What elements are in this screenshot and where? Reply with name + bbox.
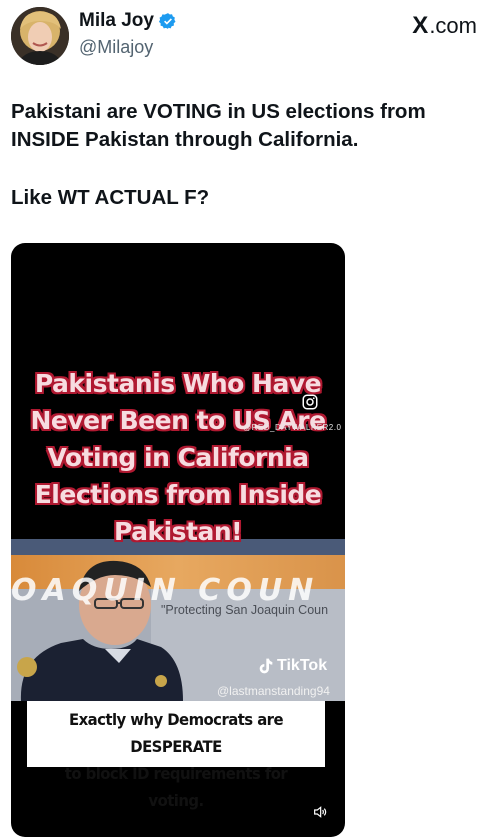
avatar-image [11,7,69,65]
instagram-icon [302,394,318,410]
video-frame [11,539,345,701]
speaker-icon[interactable] [312,804,328,820]
video-caption: Exactly why Democrats are DESPERATE to b… [27,701,325,810]
brand-domain: .com [429,13,477,38]
avatar[interactable] [11,7,69,65]
tiktok-icon [259,658,273,674]
verified-badge-icon [158,13,176,29]
video-player[interactable]: OAQUIN COUN "Protecting San Joaquin Coun… [11,243,345,837]
caption-line: Exactly why Democrats are DESPERATE [69,710,284,756]
post-line-2: Like WT ACTUAL F? [11,186,210,209]
overlay-line: Never Been to US Are [30,406,326,435]
overlay-line: Pakistan! [113,517,243,546]
tiktok-watermark: TikTok [257,657,327,675]
caption-line: to block ID requirements for voting. [64,764,288,810]
tiktok-label: TikTok [277,657,328,674]
overlay-line: Voting in California [47,443,309,472]
video-overlay-title: Pakistanis Who Have Never Been to US Are… [11,365,345,550]
author-name-row: Mila Joy [79,10,177,32]
x-brand-logo[interactable]: X .com [412,12,477,40]
tiktok-username: @lastmanstanding94 [217,684,330,698]
watermark-handle: @RED_DAYWALKER2.0 [243,423,342,432]
overlay-line: Elections from Inside [34,480,322,509]
banner-slogan: "Protecting San Joaquin Coun [161,603,329,617]
author-name[interactable]: Mila Joy [79,10,154,32]
x-logo-icon: X [412,12,429,39]
post-text: Pakistani are VOTING in US elections fro… [11,98,489,212]
author-handle[interactable]: @Milajoy [79,37,153,58]
post-line-1: Pakistani are VOTING in US elections fro… [11,100,426,151]
overlay-line: Pakistanis Who Have [34,369,322,398]
